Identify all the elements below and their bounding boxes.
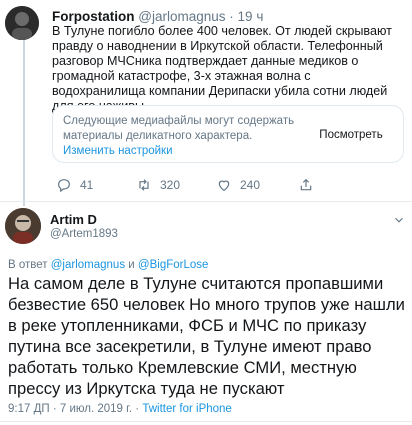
reply-user-link[interactable]: @BigForLose — [138, 259, 208, 271]
sensitive-media-warning: Следующие медиафайлы могут содержать мат… — [52, 105, 404, 163]
thread-connector-line — [23, 40, 25, 206]
retweet-count: 320 — [160, 178, 181, 192]
share-button[interactable] — [298, 175, 314, 195]
view-media-button[interactable]: Посмотреть — [309, 124, 393, 146]
tweet-header: Forpostation @jarlomagnus · 19 ч — [52, 9, 263, 24]
display-name[interactable]: Artim D — [50, 212, 97, 227]
media-warning-message: Следующие медиафайлы могут содержать мат… — [63, 115, 295, 142]
tweet-meta: 9:17 ДП · 7 июл. 2019 г. · Twitter for i… — [8, 403, 232, 415]
separator: · — [229, 9, 234, 24]
reply-count: 41 — [80, 178, 94, 192]
share-icon — [300, 178, 312, 191]
tweet-timestamp[interactable]: 9:17 ДП · 7 июл. 2019 г. · — [8, 403, 139, 415]
reply-context: В ответ @jarlomagnus и @BigForLose — [8, 259, 208, 271]
chevron-down-icon[interactable] — [392, 213, 406, 227]
tweet-time[interactable]: 19 ч — [238, 9, 264, 24]
heart-icon — [218, 180, 230, 192]
reply-icon — [58, 179, 70, 193]
retweet-icon — [139, 179, 149, 191]
tweet-source[interactable]: Twitter for iPhone — [142, 403, 231, 415]
tweet-text: На самом деле в Тулуне считаются пропавш… — [8, 274, 405, 398]
reply-and: и — [128, 259, 135, 271]
reply-user-link[interactable]: @jarlomagnus — [51, 259, 125, 271]
tweet-divider — [0, 201, 412, 202]
reply-prefix: В ответ — [8, 259, 48, 271]
like-count: 240 — [240, 178, 261, 192]
tweet-actions: 41 320 240 — [52, 175, 352, 195]
retweet-button[interactable]: 320 — [136, 175, 180, 195]
avatar[interactable] — [5, 208, 41, 244]
media-warning-text: Следующие медиафайлы могут содержать мат… — [63, 114, 299, 159]
change-settings-link[interactable]: Изменить настройки — [63, 145, 173, 157]
tweet-text: В Тулуне погибло более 400 человек. От л… — [52, 24, 392, 113]
user-handle[interactable]: @Artem1893 — [50, 228, 118, 240]
display-name[interactable]: Forpostation — [52, 9, 135, 24]
reply-button[interactable]: 41 — [56, 175, 93, 195]
bottom-divider — [0, 421, 412, 422]
avatar-image — [5, 208, 41, 244]
user-handle[interactable]: @jarlomagnus — [138, 9, 225, 24]
avatar[interactable] — [5, 6, 39, 40]
avatar-image — [5, 6, 39, 40]
like-button[interactable]: 240 — [216, 175, 260, 195]
